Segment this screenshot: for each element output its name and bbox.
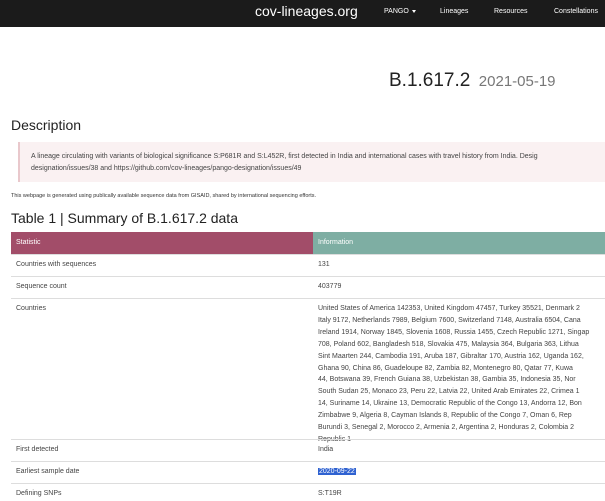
countries-line: Sint Maarten 244, Cambodia 191, Aruba 18…	[318, 352, 584, 360]
description-heading: Description	[11, 117, 82, 133]
table-row: Sequence count 403779	[11, 276, 605, 298]
countries-line: 44, Botswana 39, French Guiana 38, Uzbek…	[318, 376, 576, 384]
countries-line: South Sudan 25, Monaco 23, Peru 22, Latv…	[318, 388, 580, 396]
lineage-heading: B.1.617.2 2021-05-19	[389, 70, 556, 92]
row-label: Countries with sequences	[16, 261, 97, 268]
selected-text[interactable]: 2020-09-22	[318, 468, 356, 475]
row-label: Earliest sample date	[16, 468, 80, 475]
description-text: A lineage circulating with variants of b…	[31, 151, 605, 175]
countries-line: 14, Suriname 14, Ukraine 13, Democratic …	[318, 400, 582, 408]
table-row: Countries United States of America 14235…	[11, 298, 605, 443]
table-row: Earliest sample date 2020-09-22	[11, 461, 605, 483]
countries-line: 708, Poland 602, Bangladesh 518, Slovaki…	[318, 340, 579, 348]
row-value: S:T19R	[318, 490, 342, 497]
statistic-header: Statistic	[11, 232, 313, 254]
table-row: Countries with sequences 131	[11, 254, 605, 276]
table-row: First detected India	[11, 439, 605, 461]
countries-line: Ghana 90, China 86, Guadeloupe 82, Zambi…	[318, 364, 573, 372]
nav-constellations[interactable]: Constellations	[554, 8, 598, 15]
nav-resources[interactable]: Resources	[494, 8, 527, 15]
lineage-date: 2021-05-19	[478, 73, 556, 90]
countries-line: United States of America 142353, United …	[318, 305, 580, 312]
row-value: 2020-09-22	[318, 468, 356, 475]
nav-pango-dropdown[interactable]: PANGO	[384, 8, 416, 15]
row-value: 403779	[318, 283, 342, 290]
description-box: A lineage circulating with variants of b…	[18, 142, 605, 182]
countries-line: Ireland 1914, Norway 1845, Slovenia 1608…	[318, 328, 590, 336]
description-line: designation/issues/38 and https://github…	[31, 165, 302, 172]
nav-lineages[interactable]: Lineages	[440, 8, 468, 15]
row-label: First detected	[16, 446, 59, 453]
gisaid-note: This webpage is generated using publical…	[11, 193, 317, 199]
row-value: 131	[318, 261, 330, 268]
table-row: Defining SNPs S:T19R	[11, 483, 605, 501]
description-line: A lineage circulating with variants of b…	[31, 153, 538, 160]
row-value: India	[318, 446, 334, 453]
nav-pango-label: PANGO	[384, 8, 409, 15]
row-label: Countries	[16, 305, 46, 312]
caret-down-icon	[411, 9, 416, 13]
lineage-name: B.1.617.2	[389, 70, 471, 91]
row-label: Defining SNPs	[16, 490, 62, 497]
countries-line: Zimbabwe 9, Algeria 8, Cayman Islands 8,…	[318, 412, 572, 420]
countries-line: Burundi 3, Senegal 2, Morocco 2, Armenia…	[318, 424, 575, 432]
brand-link[interactable]: cov-lineages.org	[255, 3, 358, 19]
countries-line: Italy 9172, Netherlands 7989, Belgium 76…	[318, 316, 581, 324]
countries-list: United States of America 142353, United …	[318, 303, 589, 446]
top-navbar: cov-lineages.org PANGO Lineages Resource…	[0, 0, 605, 27]
row-label: Sequence count	[16, 283, 67, 290]
table-title: Table 1 | Summary of B.1.617.2 data	[11, 210, 238, 226]
information-header: Information	[313, 232, 605, 254]
